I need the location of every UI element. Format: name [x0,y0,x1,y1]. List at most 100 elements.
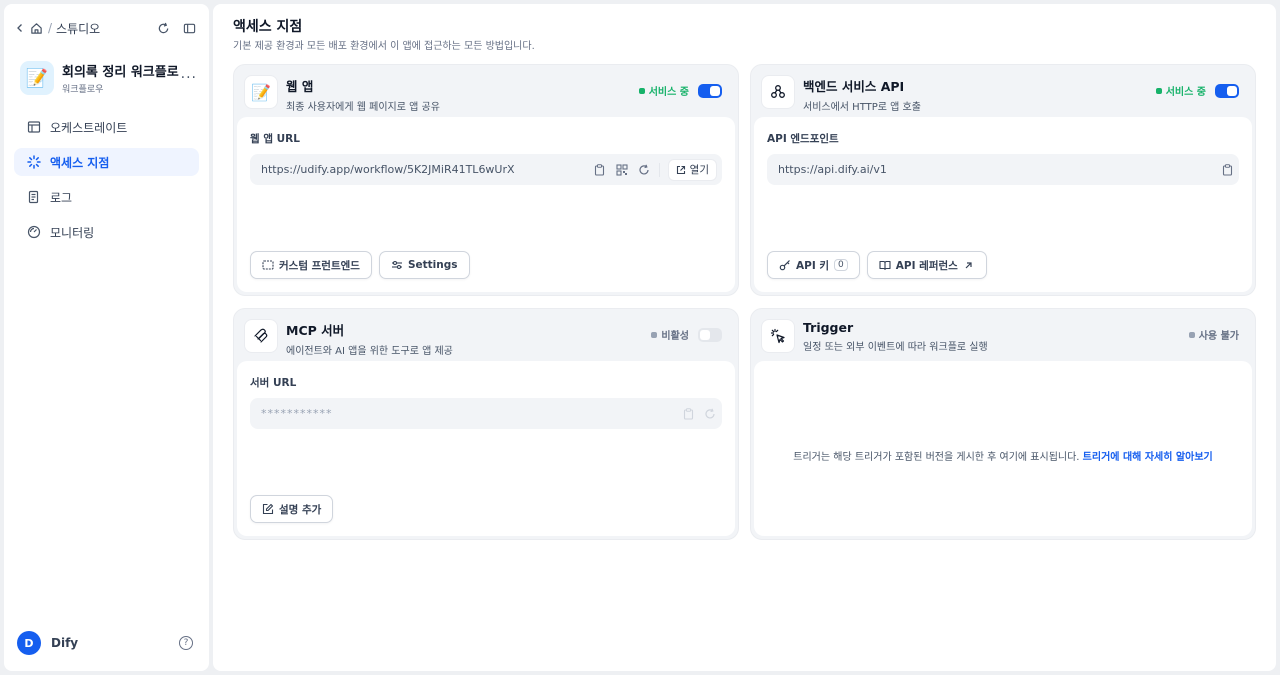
card-title: MCP 서버 [286,323,345,338]
status-badge: 비활성 [651,327,722,342]
trigger-empty-state: 트리거는 해당 트리거가 포함된 버전을 게시한 후 여기에 표시됩니다. 트리… [754,361,1252,536]
api-key-count: 0 [834,259,848,271]
status-badge: 서비스 중 [638,83,722,98]
api-card: 백엔드 서비스 API 서비스에서 HTTP로 앱 호출 서비스 중 API 엔… [750,64,1256,296]
settings-button[interactable]: Settings [378,251,470,279]
card-title: 백엔드 서비스 API [803,79,905,94]
trigger-learn-more-link[interactable]: 트리거에 대해 자세히 알아보기 [1083,452,1213,463]
add-description-button[interactable]: 설명 추가 [250,495,334,523]
status-text: 사용 불가 [1198,331,1239,342]
arrow-up-right-icon [963,259,975,271]
field-label: 서버 URL [250,377,297,389]
button-label: 설명 추가 [279,503,322,516]
more-icon[interactable]: ··· [181,70,197,86]
user-name: Dify [51,636,79,650]
mcp-url-box: *********** [250,398,722,429]
webapp-toggle[interactable] [698,83,722,98]
status-text: 비활성 [661,331,689,342]
custom-frontend-button[interactable]: 커스텀 프런트엔드 [250,251,372,279]
webapp-url-box: https://udify.app/workflow/5K2JMiR41TL6w… [250,154,722,185]
mcp-card: MCP 서버 에이전트와 AI 앱을 위한 도구로 앱 제공 비활성 서버 UR… [233,308,739,540]
card-description: 최종 사용자에게 웹 페이지로 앱 공유 [286,102,440,113]
webapp-url: https://udify.app/workflow/5K2JMiR41TL6w… [261,163,515,176]
card-description: 서비스에서 HTTP로 앱 호출 [803,102,921,113]
api-endpoint: https://api.dify.ai/v1 [778,163,887,176]
copy-icon[interactable] [593,163,607,177]
status-badge: 사용 불가 [1188,327,1239,342]
edit-icon [262,503,274,515]
open-label: 열기 [689,164,709,176]
sidebar-item-label: 액세스 지점 [50,155,110,170]
page-title: 액세스 지점 [233,19,303,35]
breadcrumb: / 스튜디오 [12,18,197,38]
home-icon[interactable] [28,20,44,36]
copy-icon[interactable] [1220,163,1234,177]
book-icon [879,259,891,271]
avatar: D [17,631,41,655]
mcp-url: *********** [261,407,333,420]
regenerate-icon[interactable] [637,163,651,177]
app-type: 워크플로우 [62,85,104,95]
status-dot [651,331,658,338]
refresh-icon[interactable] [155,20,171,36]
api-toggle[interactable] [1215,83,1239,98]
trigger-message-text: 트리거는 해당 트리거가 포함된 버전을 게시한 후 여기에 표시됩니다. [793,452,1083,463]
status-text: 서비스 중 [1165,87,1206,98]
status-dot [1188,331,1195,338]
button-label: Settings [407,259,458,271]
sidebar-item-monitoring[interactable]: 모니터링 [14,218,199,246]
button-label: API 레퍼런스 [895,259,958,272]
cursor-click-icon [761,319,795,353]
mcp-toggle[interactable] [698,327,722,342]
sidebar: / 스튜디오 📝 회의록 정리 워크플로 워크플로우 ··· 오케스트레이트 액… [4,4,209,671]
app-name: 회의록 정리 워크플로 [62,65,179,80]
app-icon: 📝 [20,61,54,95]
help-icon[interactable]: ? [179,636,193,650]
trigger-card: Trigger 일정 또는 외부 이벤트에 따라 워크플로 실행 사용 불가 트… [750,308,1256,540]
open-webapp-button[interactable]: 열기 [667,158,717,181]
api-key-button[interactable]: API 키 0 [767,251,860,279]
key-icon [779,259,791,271]
external-link-icon [676,165,685,174]
webapp-card: 📝 웹 앱 최종 사용자에게 웹 페이지로 앱 공유 서비스 중 웹 앱 URL… [233,64,739,296]
settings-icon [391,259,403,271]
sidebar-nav: 오케스트레이트 액세스 지점 로그 모니터링 [14,113,199,253]
layout-icon [26,119,42,135]
frontend-icon [262,259,274,271]
monitor-icon [26,224,42,240]
field-label: 웹 앱 URL [250,133,300,145]
copy-icon [681,407,695,421]
chevron-left-icon[interactable] [12,20,28,36]
main-content: 액세스 지점 기본 제공 환경과 모든 배포 환경에서 이 앱에 접근하는 모든… [213,4,1276,671]
regenerate-icon [703,407,717,421]
sidebar-item-access-point[interactable]: 액세스 지점 [14,148,199,176]
trigger-message: 트리거는 해당 트리거가 포함된 버전을 게시한 후 여기에 표시됩니다. 트리… [793,448,1212,463]
status-dot [1155,87,1162,94]
sidebar-item-logs[interactable]: 로그 [14,183,199,211]
breadcrumb-studio[interactable]: 스튜디오 [56,20,100,37]
sidebar-item-label: 모니터링 [50,225,95,240]
user-account[interactable]: D Dify ? [17,631,193,655]
api-icon [761,75,795,109]
api-endpoint-box: https://api.dify.ai/v1 [767,154,1239,185]
status-text: 서비스 중 [648,87,689,98]
mcp-icon [244,319,278,353]
card-description: 에이전트와 AI 앱을 위한 도구로 앱 제공 [286,346,453,357]
sidebar-collapse-icon[interactable] [181,20,197,36]
qrcode-icon[interactable] [615,163,629,177]
sidebar-item-label: 오케스트레이트 [50,120,128,135]
field-label: API 엔드포인트 [767,133,839,145]
button-label: 커스텀 프런트엔드 [279,259,360,272]
button-label: API 키 [796,259,830,272]
card-title: Trigger [803,320,854,335]
breadcrumb-separator: / [48,21,53,35]
api-reference-button[interactable]: API 레퍼런스 [866,251,987,279]
sidebar-item-label: 로그 [50,190,73,205]
app-card[interactable]: 📝 회의록 정리 워크플로 워크플로우 ··· [20,58,197,98]
page-subtitle: 기본 제공 환경과 모든 배포 환경에서 이 앱에 접근하는 모든 방법입니다. [233,41,535,52]
sidebar-item-orchestrate[interactable]: 오케스트레이트 [14,113,199,141]
divider [658,162,660,177]
card-description: 일정 또는 외부 이벤트에 따라 워크플로 실행 [803,342,988,353]
status-dot [638,87,645,94]
webapp-icon: 📝 [244,75,278,109]
